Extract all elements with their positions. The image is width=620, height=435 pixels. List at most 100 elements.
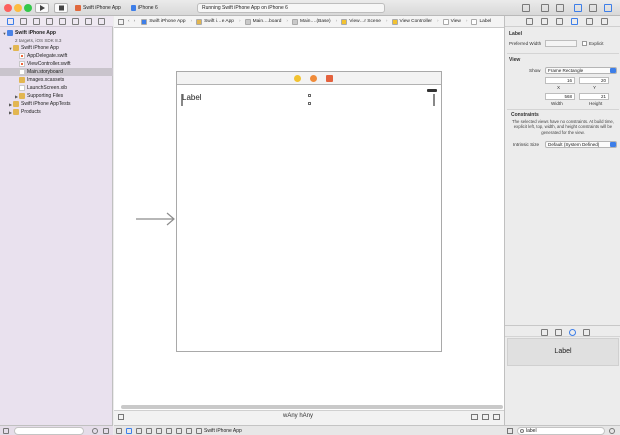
width-field[interactable]: 568 <box>545 93 575 100</box>
pin-icon[interactable] <box>482 414 489 420</box>
document-outline-toggle-icon[interactable] <box>118 414 124 420</box>
size-inspector-icon[interactable] <box>586 18 593 25</box>
selection-handle-right[interactable] <box>433 94 435 106</box>
scheme-selector[interactable]: Swift iPhone App <box>75 3 121 13</box>
navigator-item[interactable]: Images.xcassets <box>0 76 113 84</box>
debug-navigator-icon[interactable] <box>72 18 79 25</box>
symbol-navigator-icon[interactable] <box>20 18 27 25</box>
file-template-library-icon[interactable] <box>541 329 548 336</box>
media-library-icon[interactable] <box>583 329 590 336</box>
debug-area-toggle-icon[interactable] <box>589 4 597 12</box>
breadcrumb: Swift iPhone App › Swift i…e App › Main….boa… <box>141 18 496 25</box>
attributes-inspector-icon[interactable] <box>571 18 578 25</box>
show-popup-value: Frame Rectangle <box>548 68 584 73</box>
utilities-toggle-icon[interactable] <box>604 4 612 12</box>
search-navigator-icon[interactable] <box>33 18 40 25</box>
recent-files-icon[interactable] <box>92 428 98 434</box>
resize-handle-top[interactable] <box>308 94 311 97</box>
quick-help-icon[interactable] <box>541 18 548 25</box>
device-selector[interactable]: iPhone 6 <box>131 3 158 13</box>
project-navigator-icon[interactable] <box>7 18 14 25</box>
view-controller-icon[interactable] <box>294 75 301 82</box>
breadcrumb-item[interactable]: Main….board <box>244 18 281 25</box>
library-filter-input[interactable]: label <box>517 427 605 435</box>
navigator-toggle-icon[interactable] <box>574 4 582 12</box>
resolve-auto-layout-icon[interactable] <box>493 414 500 420</box>
navigator-item[interactable]: ▶ Products <box>0 108 113 116</box>
zoom-window-button[interactable] <box>24 4 32 12</box>
breakpoint-navigator-icon[interactable] <box>85 18 92 25</box>
toolbar: Swift iPhone App iPhone 6 Running Swift … <box>0 0 620 16</box>
step-into-icon[interactable] <box>156 427 162 434</box>
navigator-item[interactable]: ▶ Swift iPhone AppTests <box>0 100 113 108</box>
breadcrumb-item[interactable]: Main….(Base) <box>292 18 331 25</box>
library-selector-bar <box>505 325 620 337</box>
popup-chevron-icon <box>610 142 616 147</box>
connections-inspector-icon[interactable] <box>601 18 608 25</box>
version-editor-icon[interactable] <box>556 4 564 12</box>
align-icon[interactable] <box>471 414 478 420</box>
exit-icon[interactable] <box>326 75 333 82</box>
breadcrumb-item[interactable]: View…r Scene <box>341 18 381 25</box>
object-library-icon[interactable] <box>569 329 576 336</box>
label-view[interactable]: Label <box>182 93 202 102</box>
intrinsic-size-popup[interactable]: Default (System Defined) <box>545 141 617 148</box>
add-file-icon[interactable] <box>3 428 9 434</box>
report-navigator-icon[interactable] <box>98 18 105 25</box>
file-inspector-icon[interactable] <box>526 18 533 25</box>
navigator-item[interactable]: ▼ Swift iPhone App <box>0 44 113 52</box>
scheme-device: iPhone 6 <box>138 5 158 11</box>
breadcrumb-item[interactable]: Swift iPhone App <box>141 18 186 25</box>
library-item-label[interactable]: Label <box>507 338 619 366</box>
test-navigator-icon[interactable] <box>59 18 66 25</box>
view-controller-scene[interactable] <box>176 71 442 352</box>
show-popup[interactable]: Frame Rectangle <box>545 67 617 74</box>
navigator-filter-input[interactable] <box>14 427 84 435</box>
view-debugging-icon[interactable] <box>176 427 182 434</box>
issue-navigator-icon[interactable] <box>46 18 53 25</box>
breadcrumb-item[interactable]: View Controller <box>391 18 432 25</box>
navigator-item[interactable]: Main.storyboard <box>0 68 113 76</box>
code-snippet-library-icon[interactable] <box>555 329 562 336</box>
simulate-location-icon[interactable] <box>186 427 192 434</box>
run-button[interactable] <box>35 3 49 13</box>
standard-editor-icon[interactable] <box>522 4 530 12</box>
step-over-icon[interactable] <box>146 427 152 434</box>
identity-inspector-icon[interactable] <box>556 18 563 25</box>
breadcrumb-icon <box>141 18 148 25</box>
navigator-item[interactable]: AppDelegate.swift <box>0 52 113 60</box>
x-field[interactable]: 16 <box>545 77 575 84</box>
show-label: Show <box>529 68 541 73</box>
breadcrumb-item[interactable]: Label <box>471 18 491 25</box>
navigator-item[interactable]: ViewController.swift <box>0 60 113 68</box>
navigator-item[interactable]: LaunchScreen.xib <box>0 84 113 92</box>
preferred-width-field[interactable] <box>545 40 577 47</box>
grid-view-icon[interactable] <box>507 428 513 434</box>
related-items-icon[interactable] <box>118 18 124 25</box>
width-label: Width <box>551 101 563 106</box>
height-field[interactable]: 21 <box>579 93 609 100</box>
stop-button[interactable] <box>54 3 68 13</box>
pause-icon[interactable] <box>136 427 142 434</box>
resize-handle-bottom[interactable] <box>308 102 311 105</box>
breadcrumb-separator-icon: › <box>385 19 388 24</box>
assistant-editor-icon[interactable] <box>541 4 549 12</box>
scm-status-icon[interactable] <box>103 428 109 434</box>
breadcrumb-item[interactable]: Swift i…e App <box>196 18 234 25</box>
forward-icon[interactable]: › <box>134 19 136 24</box>
close-window-button[interactable] <box>4 4 12 12</box>
minimize-window-button[interactable] <box>14 4 22 12</box>
first-responder-icon[interactable] <box>310 75 317 82</box>
hide-debug-area-icon[interactable] <box>116 427 122 434</box>
canvas-horizontal-scrollbar[interactable] <box>121 405 503 409</box>
clear-filter-icon[interactable] <box>609 428 615 434</box>
y-field[interactable]: 20 <box>579 77 609 84</box>
size-class-control[interactable]: wAny hAny <box>283 413 313 419</box>
navigator-item[interactable]: ▶ Supporting Files <box>0 92 113 100</box>
breadcrumb-item[interactable]: View <box>442 18 461 25</box>
navigator-item-label: Images.xcassets <box>27 77 65 83</box>
back-icon[interactable]: ‹ <box>128 19 130 24</box>
step-out-icon[interactable] <box>166 427 172 434</box>
breakpoints-toggle-icon[interactable] <box>126 427 132 434</box>
explicit-checkbox[interactable] <box>582 41 587 46</box>
